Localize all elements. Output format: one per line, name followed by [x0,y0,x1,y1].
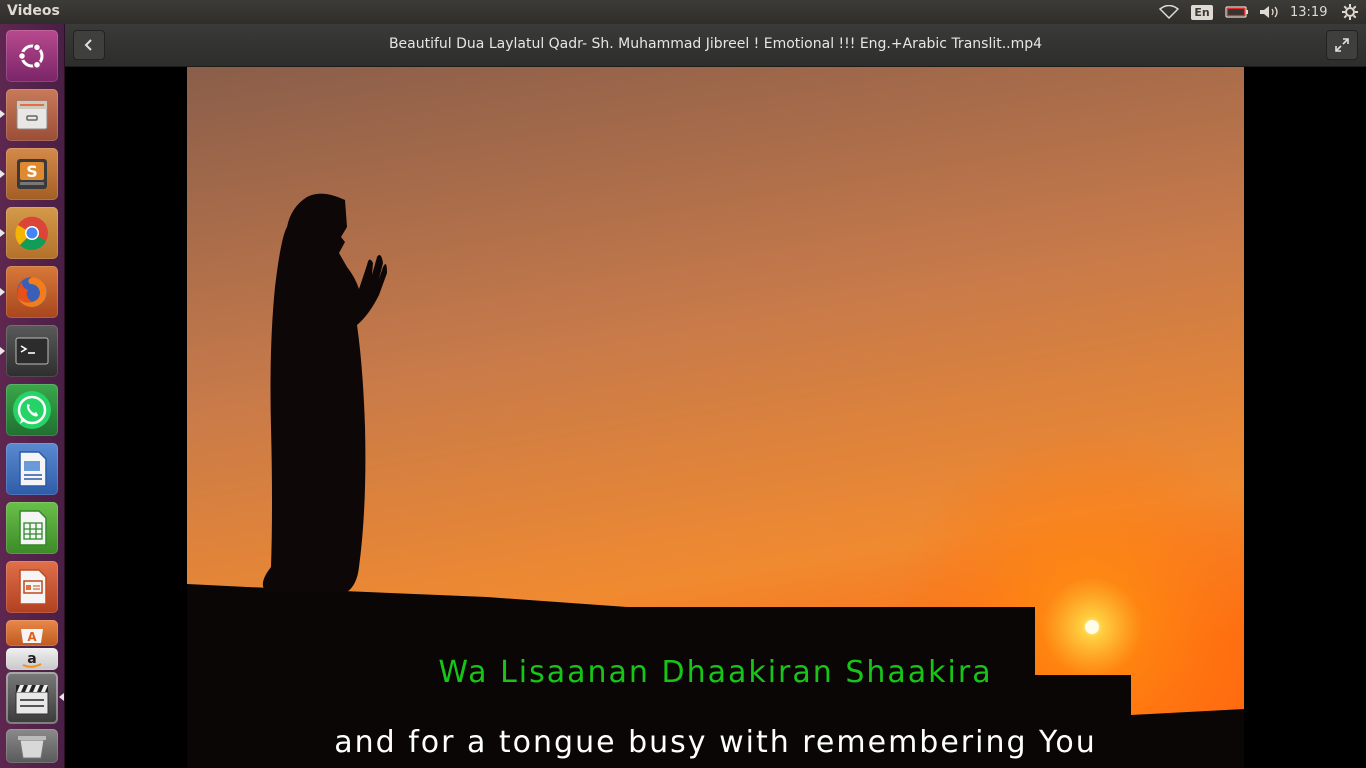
terminal-icon [15,337,49,365]
svg-text:a: a [27,651,36,667]
terminal-button[interactable] [6,325,58,377]
ubuntu-dash-button[interactable] [6,30,58,82]
libreoffice-impress-button[interactable] [6,561,58,613]
launcher: S A a [0,24,65,768]
video-header-bar: Beautiful Dua Laylatul Qadr- Sh. Muhamma… [65,24,1366,67]
whatsapp-icon [13,391,51,429]
whatsapp-button[interactable] [6,384,58,436]
file-cabinet-icon [16,100,48,130]
trash-button[interactable] [6,729,58,763]
calc-spreadsheet-icon [19,510,47,546]
running-indicator [0,229,5,237]
fullscreen-icon [1335,38,1349,52]
sublime-text-button[interactable]: S [6,148,58,200]
running-indicator [0,170,5,178]
firefox-icon [17,277,47,307]
running-indicator [0,347,5,355]
video-title: Beautiful Dua Laylatul Qadr- Sh. Muhamma… [388,36,1043,52]
fullscreen-button[interactable] [1326,30,1358,60]
settings-gear-icon[interactable] [1338,0,1362,24]
videos-button[interactable] [6,672,58,724]
subtitle-translation: and for a tongue busy with remembering Y… [334,725,1097,760]
writer-document-icon [19,451,47,487]
language-label: En [1191,4,1213,20]
impress-presentation-icon [19,569,47,605]
active-window-indicator [59,693,64,701]
clapperboard-icon [15,685,49,715]
files-button[interactable] [6,89,58,141]
volume-icon[interactable] [1258,0,1282,24]
keyboard-language-indicator[interactable]: En [1191,0,1213,24]
libreoffice-calc-button[interactable] [6,502,58,554]
libreoffice-writer-button[interactable] [6,443,58,495]
chrome-button[interactable] [6,207,58,259]
amazon-icon: a [22,651,42,668]
svg-text:A: A [27,630,37,644]
shopping-bag-icon: A [21,629,43,644]
chrome-icon [15,216,48,250]
app-title: Videos [7,3,60,19]
running-indicator [0,110,5,118]
firefox-button[interactable] [6,266,58,318]
wifi-icon[interactable] [1158,0,1180,24]
sublime-text-icon: S [17,159,47,189]
subtitle-transliteration: Wa Lisaanan Dhaakiran Shaakira [438,655,993,690]
clock[interactable]: 13:19 [1290,0,1327,24]
running-indicator [0,288,5,296]
top-panel: Videos En 13:19 [0,0,1366,24]
svg-text:S: S [26,162,38,181]
ubuntu-logo-icon [17,43,44,69]
video-player[interactable]: Wa Lisaanan Dhaakiran Shaakira and for a… [65,67,1366,768]
battery-icon[interactable] [1224,0,1250,24]
software-center-button[interactable]: A [6,620,58,646]
amazon-button[interactable]: a [6,648,58,670]
trash-icon [18,736,46,759]
